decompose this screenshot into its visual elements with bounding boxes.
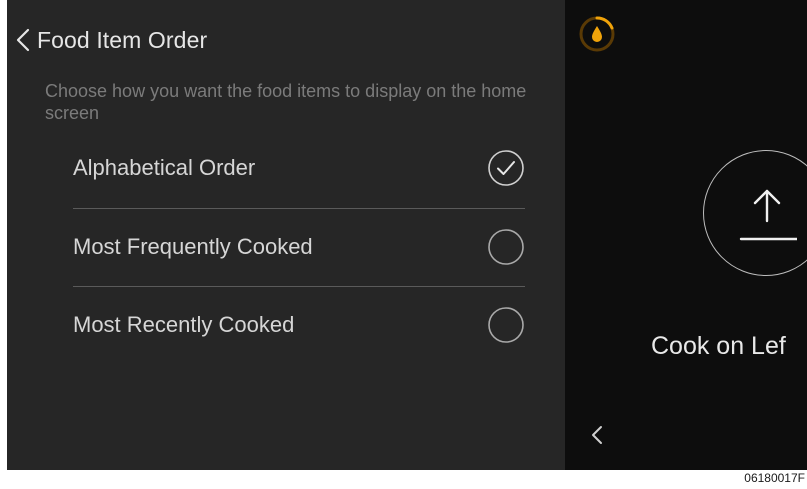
- chevron-left-icon: [16, 28, 30, 52]
- option-alphabetical-order[interactable]: Alphabetical Order: [73, 130, 525, 208]
- chevron-left-icon: [592, 426, 602, 444]
- option-most-recently-cooked[interactable]: Most Recently Cooked: [73, 286, 525, 364]
- option-label: Most Recently Cooked: [73, 312, 295, 337]
- sort-option-list: Alphabetical Order Most Frequently Cooke…: [73, 130, 525, 364]
- radio-checked-icon[interactable]: [487, 149, 525, 187]
- figure-code: 06180017F: [744, 471, 805, 485]
- settings-panel: Food Item Order Choose how you want the …: [7, 0, 565, 470]
- radio-unchecked-icon[interactable]: [487, 306, 525, 344]
- cook-on-left-label: Cook on Lef: [651, 332, 786, 360]
- device-screen: Food Item Order Choose how you want the …: [0, 0, 807, 470]
- right-back-button[interactable]: [590, 424, 608, 448]
- page-title: Food Item Order: [37, 26, 208, 53]
- option-label: Most Frequently Cooked: [73, 234, 313, 259]
- upload-arrow-icon: [739, 189, 797, 241]
- droplet-timer-icon: [579, 16, 615, 52]
- option-label: Alphabetical Order: [73, 155, 256, 180]
- radio-unchecked-icon[interactable]: [487, 228, 525, 266]
- option-most-frequently-cooked[interactable]: Most Frequently Cooked: [73, 208, 525, 286]
- header-back-button[interactable]: Food Item Order: [15, 22, 207, 58]
- page-description: Choose how you want the food items to di…: [45, 81, 527, 123]
